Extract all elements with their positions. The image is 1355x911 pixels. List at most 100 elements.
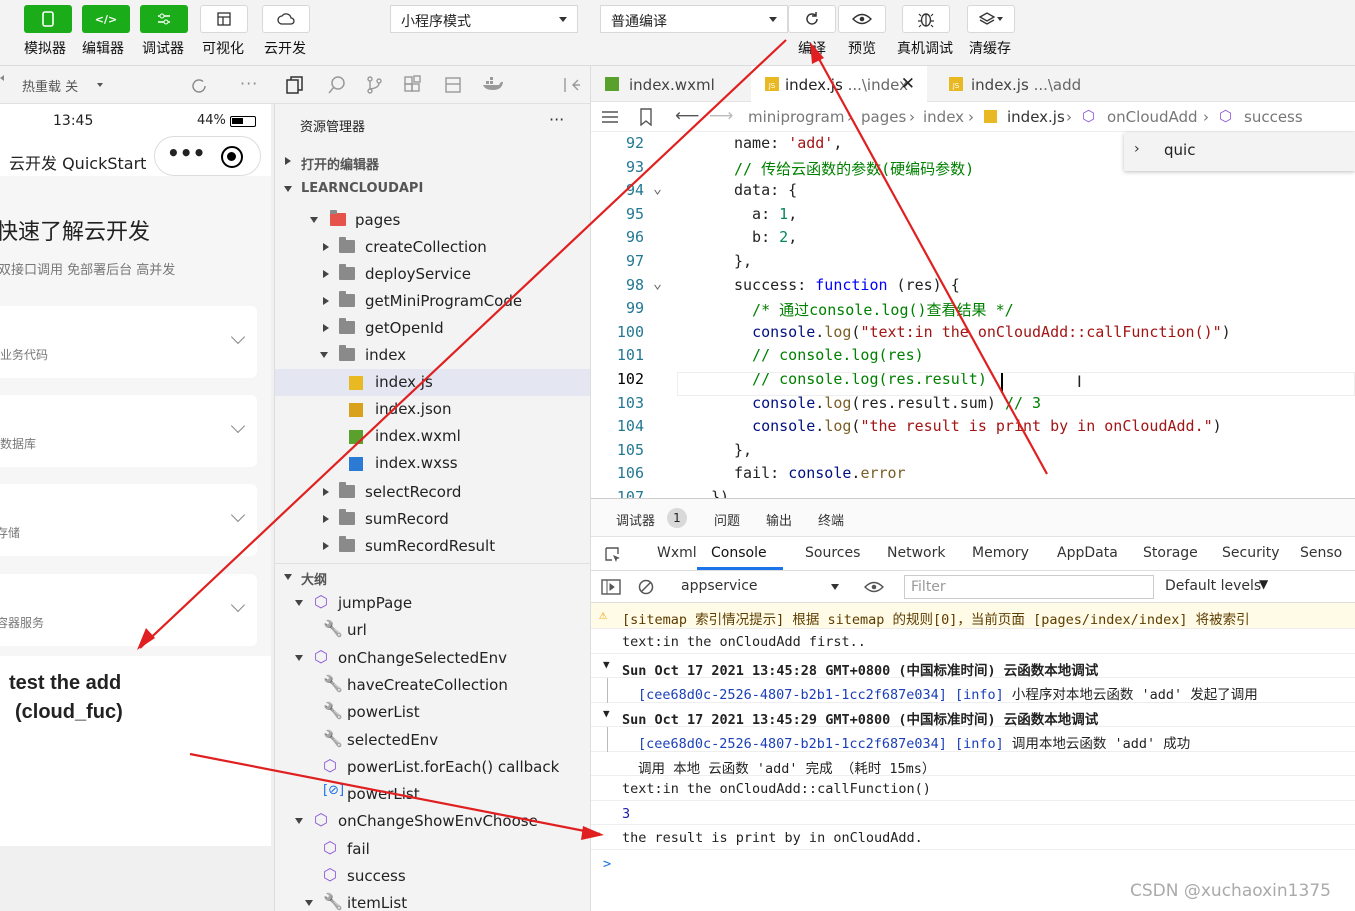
explorer-more-icon[interactable]: ···	[549, 110, 564, 129]
remote-debug-button[interactable]	[902, 5, 950, 33]
outline-item[interactable]: 🔧 selectedEnv	[275, 727, 590, 754]
panel-tab-console[interactable]: Console	[711, 545, 767, 561]
open-editors-section[interactable]: 打开的编辑器	[275, 149, 590, 175]
forward-arrow-icon[interactable]: ⟶	[709, 106, 733, 126]
breadcrumb-item[interactable]: index.js	[1007, 108, 1065, 126]
storage-icon[interactable]	[443, 75, 463, 95]
breadcrumb-item[interactable]: pages	[861, 108, 906, 126]
breadcrumb-item[interactable]: onCloudAdd	[1107, 108, 1198, 126]
folder-icon	[339, 237, 355, 253]
console-prompt[interactable]: >	[591, 852, 1355, 876]
tab-index-wxml[interactable]: index.wxml	[591, 66, 751, 102]
tree-folder[interactable]: createCollection	[275, 234, 590, 261]
panel-tab-security[interactable]: Security	[1222, 545, 1280, 561]
tree-file[interactable]: index.wxml	[275, 423, 590, 450]
close-icon[interactable]: ✕	[901, 74, 915, 94]
outline-item[interactable]: 🔧 url	[275, 617, 590, 644]
inspect-icon[interactable]	[604, 546, 622, 564]
panel-tab-network[interactable]: Network	[887, 545, 945, 561]
fold-chevron-icon[interactable]: ⌄	[653, 274, 662, 292]
debugger-toggle-button[interactable]	[140, 5, 188, 33]
tree-folder-index[interactable]: index	[275, 342, 590, 369]
preview-button[interactable]	[838, 5, 886, 33]
clear-console-icon[interactable]	[638, 579, 654, 595]
panel-tab-appdata[interactable]: AppData	[1057, 545, 1118, 561]
filter-input[interactable]: Filter	[904, 575, 1154, 599]
outline-section[interactable]: 大纲	[275, 563, 590, 589]
editor-toggle-button[interactable]: </>	[82, 5, 130, 33]
outline-item[interactable]: ⬡ powerList.forEach() callback	[275, 754, 590, 781]
outline-item[interactable]: ⬡ onChangeShowEnvChoose	[275, 808, 590, 835]
list-icon[interactable]	[601, 110, 619, 124]
tab-index-js-active[interactable]: JS index.js ...\index ✕	[751, 66, 927, 102]
outline-item[interactable]: ⬡ jumpPage	[275, 590, 590, 617]
files-icon[interactable]	[285, 75, 305, 95]
bookmark-icon[interactable]	[640, 108, 652, 126]
close-capsule-icon[interactable]	[221, 146, 243, 168]
panel-tab-wxml[interactable]: Wxml	[657, 545, 697, 561]
extensions-icon[interactable]	[403, 75, 423, 95]
outline-item[interactable]: ⬡ onChangeSelectedEnv	[275, 645, 590, 672]
tree-folder[interactable]: deployService	[275, 261, 590, 288]
chevron-down-icon[interactable]: ▼	[603, 707, 610, 720]
card-container[interactable]: 容器服务	[0, 574, 257, 646]
more-icon[interactable]: ···	[240, 74, 258, 93]
panel-tab-memory[interactable]: Memory	[972, 545, 1029, 561]
breadcrumb-item[interactable]: index	[923, 108, 964, 126]
sidebar-toggle-icon[interactable]	[601, 579, 621, 595]
breadcrumb-item[interactable]: success	[1244, 108, 1303, 126]
tree-folder[interactable]: getOpenId	[275, 315, 590, 342]
outline-item[interactable]: 🔧 powerList	[275, 699, 590, 726]
find-input[interactable]: quic	[1164, 141, 1195, 159]
project-section[interactable]: LEARNCLOUDAPI	[275, 176, 590, 202]
tree-folder-pages[interactable]: pages	[275, 207, 590, 234]
tree-folder[interactable]: sumRecord	[275, 506, 590, 533]
eye-icon[interactable]	[864, 580, 884, 594]
outline-item[interactable]: [⊘] powerList	[275, 781, 590, 808]
outline-item[interactable]: 🔧 itemList	[275, 890, 590, 911]
cloud-dev-button[interactable]	[262, 5, 310, 33]
tree-file[interactable]: index.wxss	[275, 450, 590, 477]
clear-cache-button[interactable]	[967, 5, 1015, 33]
panel-tab-senso[interactable]: Senso	[1300, 545, 1342, 561]
code-line: 96 b: 2,	[591, 228, 1355, 252]
log-levels-select[interactable]: Default levels	[1165, 578, 1261, 594]
simulator-toggle-button[interactable]	[24, 5, 72, 33]
tree-file[interactable]: index.json	[275, 396, 590, 423]
tree-folder[interactable]: sumRecordResult	[275, 533, 590, 560]
tab-terminal[interactable]: 终端	[818, 510, 844, 529]
outline-item[interactable]: ⬡ fail	[275, 836, 590, 863]
card-database[interactable]: 数据库	[0, 395, 257, 467]
tab-output[interactable]: 输出	[766, 510, 792, 529]
compile-mode-select[interactable]: 普通编译	[600, 5, 788, 33]
visual-toggle-button[interactable]	[200, 5, 248, 33]
more-dots-icon[interactable]: •••	[167, 141, 205, 165]
docker-icon[interactable]	[481, 75, 503, 95]
chevron-right-icon[interactable]: ›	[1134, 141, 1140, 157]
tree-folder[interactable]: getMiniProgramCode	[275, 288, 590, 315]
tab-debugger[interactable]: 调试器	[616, 510, 655, 529]
breadcrumb-item[interactable]: miniprogram	[748, 108, 844, 126]
hot-reload-toggle[interactable]: 热重载 关	[22, 76, 78, 95]
outline-item[interactable]: ⬡ success	[275, 863, 590, 890]
rotate-icon[interactable]	[190, 77, 208, 95]
tab-add-index-js[interactable]: JS index.js ...\add	[935, 66, 1105, 102]
mode-select[interactable]: 小程序模式	[390, 5, 578, 33]
card-storage[interactable]: 存储	[0, 484, 257, 556]
panel-tab-sources[interactable]: Sources	[805, 545, 860, 561]
collapse-panel-icon[interactable]	[562, 75, 582, 95]
card-business-code[interactable]: 业务代码	[0, 306, 257, 378]
tree-file[interactable]: index.js	[275, 369, 590, 396]
panel-tab-storage[interactable]: Storage	[1143, 545, 1198, 561]
capsule-menu[interactable]: •••	[154, 136, 261, 176]
compile-button[interactable]	[788, 5, 836, 33]
outline-item[interactable]: 🔧 haveCreateCollection	[275, 672, 590, 699]
back-arrow-icon[interactable]: ⟵	[675, 106, 699, 126]
context-select[interactable]: appservice	[681, 578, 758, 594]
source-control-icon[interactable]	[365, 75, 385, 95]
chevron-down-icon[interactable]: ▼	[603, 658, 610, 671]
tab-issues[interactable]: 问题	[714, 510, 740, 529]
fold-chevron-icon[interactable]: ⌄	[653, 179, 662, 197]
search-icon[interactable]	[327, 75, 347, 95]
tree-folder[interactable]: selectRecord	[275, 479, 590, 506]
